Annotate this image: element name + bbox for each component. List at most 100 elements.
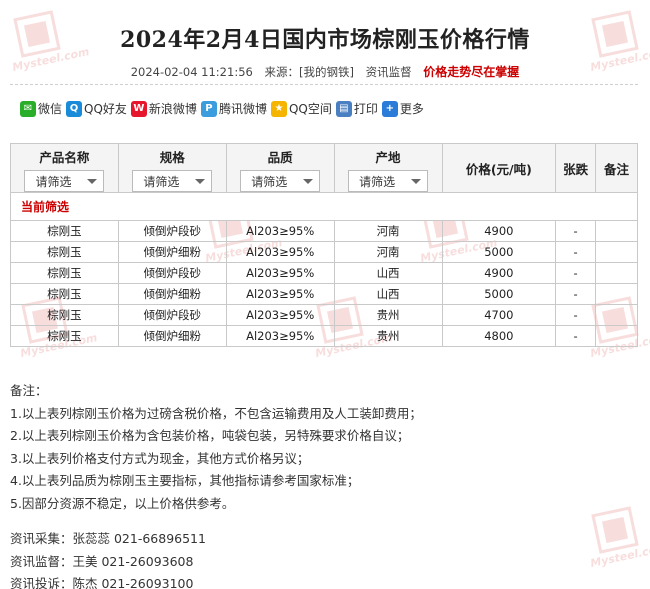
cell-remark — [595, 325, 638, 347]
cell-product: 棕刚玉 — [10, 325, 119, 347]
cell-price: 4900 — [441, 220, 557, 242]
divider — [10, 84, 638, 85]
cell-origin: 贵州 — [333, 325, 443, 347]
cell-change: - — [555, 220, 597, 242]
source-name: [我的钢铁] — [298, 65, 354, 79]
table-row: 棕刚玉 倾倒炉段砂 Al203≥95% 河南 4900- — [10, 220, 638, 242]
cell-product: 棕刚玉 — [10, 220, 119, 242]
cell-spec: 倾倒炉段砂 — [117, 304, 227, 326]
share-wechat[interactable]: ✉ 微信 — [20, 100, 62, 117]
print-button[interactable]: ▤ 打印 — [335, 100, 378, 117]
share-label: 更多 — [399, 102, 424, 116]
current-filter-label: 当前筛选 — [10, 192, 638, 221]
cell-remark — [595, 283, 638, 305]
cell-spec: 倾倒炉细粉 — [117, 283, 227, 305]
supervision-link[interactable]: 资讯监督 — [366, 65, 412, 79]
qq-icon: Q — [66, 100, 83, 117]
cell-product: 棕刚玉 — [10, 304, 119, 326]
cell-price: 4900 — [441, 262, 557, 284]
source-label-text: 来源： — [264, 65, 299, 79]
cell-origin: 山西 — [333, 262, 443, 284]
column-header-product: 产品名称 请筛选 — [10, 143, 119, 193]
chevron-down-icon — [87, 178, 98, 184]
cell-remark — [595, 304, 638, 326]
column-header-remark: 备注 — [595, 143, 638, 193]
cell-origin: 山西 — [333, 283, 443, 305]
contact-supervisor: 资讯监督：王美 021-26093608 — [10, 553, 194, 569]
column-title: 品质 — [267, 150, 293, 165]
price-table: 产品名称 请筛选 规格 请筛选 品质 请筛选 产地 请筛选 价格(元/吨) 张跌 备注 … — [10, 143, 638, 347]
cell-spec: 倾倒炉段砂 — [117, 262, 227, 284]
cell-change: - — [555, 325, 597, 347]
wechat-icon: ✉ — [20, 100, 36, 117]
table-row: 棕刚玉 倾倒炉细粉 Al203≥95% 山西 5000- — [10, 283, 638, 305]
column-header-quality: 品质请筛选 — [225, 143, 335, 193]
contacts-section: 资讯采集：张蕊蕊 021-66896511 资讯监督：王美 021-260936… — [10, 528, 206, 589]
article-meta: 2024-02-04 11:21:56 来源：[我的钢铁] 资讯监督 价格走势尽… — [0, 63, 650, 80]
cell-product: 棕刚玉 — [10, 262, 119, 284]
chevron-down-icon — [411, 178, 422, 184]
current-filter-row: 当前筛选 — [10, 192, 638, 221]
cell-origin: 河南 — [333, 220, 443, 242]
column-header-spec: 规格请筛选 — [117, 143, 227, 193]
table-row: 棕刚玉 倾倒炉细粉 Al203≥95% 贵州 4800- — [10, 325, 638, 347]
share-label: 微信 — [38, 102, 63, 116]
page-title: 2024年2月4日国内市场棕刚玉价格行情 — [120, 27, 530, 53]
filter-placeholder: 请筛选 — [251, 174, 288, 189]
notes-heading: 备注： — [10, 383, 48, 398]
contact-complaints: 资讯投诉：陈杰 021-26093100 — [10, 576, 194, 589]
note-item: 4.以上表列品质为棕刚玉主要指标，其他指标请参考国家标准； — [10, 473, 360, 488]
cell-spec: 倾倒炉段砂 — [117, 220, 227, 242]
table-row: 棕刚玉 倾倒炉细粉 Al203≥95% 河南 5000- — [10, 241, 638, 263]
more-button[interactable]: + 更多 — [381, 100, 424, 117]
note-item: 3.以上表列价格支付方式为现金，其他方式价格另议； — [10, 450, 310, 466]
cell-remark — [595, 220, 638, 242]
quality-filter-select[interactable]: 请筛选 — [240, 170, 321, 192]
filter-placeholder: 请筛选 — [143, 174, 180, 189]
cell-remark — [595, 262, 638, 284]
cell-change: - — [555, 262, 597, 284]
cell-origin: 贵州 — [333, 304, 443, 326]
cell-price: 5000 — [441, 283, 557, 305]
chevron-down-icon — [195, 178, 206, 184]
cell-origin: 河南 — [333, 241, 443, 263]
weibo-icon: W — [130, 100, 147, 117]
share-qq[interactable]: Q QQ好友 — [66, 100, 127, 117]
spec-filter-select[interactable]: 请筛选 — [132, 170, 213, 192]
column-header-origin: 产地 请筛选 — [333, 143, 443, 193]
share-tencent-weibo[interactable]: P 腾讯微博 — [200, 100, 267, 117]
table-row: 棕刚玉 倾倒炉段砂 Al203≥95% 山西 4900- — [10, 262, 638, 284]
cell-spec: 倾倒炉细粉 — [117, 241, 227, 263]
column-header-price: 价格(元/吨) — [441, 143, 557, 193]
share-weibo[interactable]: W 新浪微博 — [130, 100, 197, 117]
origin-filter-select[interactable]: 请筛选 — [348, 170, 429, 192]
table-row: 棕刚玉 倾倒炉段砂 Al203≥95% 贵州 4700- — [10, 304, 638, 326]
cell-remark — [595, 241, 638, 263]
cell-product: 棕刚玉 — [10, 283, 119, 305]
source-label: 来源：[我的钢铁] — [264, 65, 353, 79]
print-icon: ▤ — [335, 100, 352, 117]
notes-section: 备注： 1.以上表列棕刚玉价格为过磅含税价格，不包含运输费用及人工装卸费用； 2… — [10, 380, 638, 515]
column-title: 产品名称 — [39, 150, 90, 165]
chevron-down-icon — [303, 178, 314, 184]
cell-quality: Al203≥95% — [225, 220, 335, 242]
share-label: 腾讯微博 — [218, 102, 267, 116]
table-header-row: 产品名称请筛选 规格请筛选 品质请筛选 产地请筛选 价格(元/吨) 张跌 备注 — [10, 143, 638, 193]
product-filter-select[interactable]: 请筛选 — [24, 170, 105, 192]
cell-spec: 倾倒炉细粉 — [117, 325, 227, 347]
cell-quality: Al203≥95% — [225, 241, 335, 263]
column-title: 规格 — [159, 150, 185, 165]
cell-change: - — [555, 283, 597, 305]
note-item: 2.以上表列棕刚玉价格为含包装价格，吨袋包装，另特殊要求价格自议； — [10, 428, 410, 443]
cell-quality: Al203≥95% — [225, 304, 335, 326]
more-icon: + — [381, 100, 398, 117]
column-header-change: 张跌 — [555, 143, 597, 193]
cell-price: 4700 — [441, 304, 557, 326]
share-label: QQ好友 — [84, 102, 127, 116]
cell-product: 棕刚玉 — [10, 241, 119, 263]
column-title: 产地 — [375, 150, 401, 165]
slogan: 价格走势尽在掌握 — [423, 65, 520, 79]
contact-collector: 资讯采集：张蕊蕊 021-66896511 — [10, 531, 206, 546]
share-qzone[interactable]: ★ QQ空间 — [270, 100, 332, 117]
qzone-icon: ★ — [270, 100, 287, 117]
